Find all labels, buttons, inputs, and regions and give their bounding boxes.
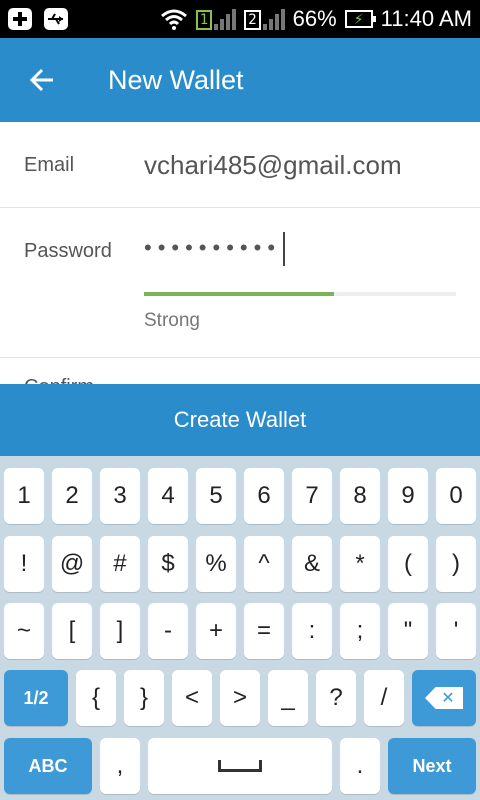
status-bar: 1 2 66% ⚡ 11:40 AM [0, 0, 480, 38]
key-row2-1[interactable]: @ [52, 536, 92, 592]
sim2-label: 2 [244, 10, 261, 30]
sim1-signal-icon: 1 [195, 8, 237, 30]
keyboard: 1 2 3 4 5 6 7 8 9 0! @ # $% ^ & *() ~[] - + =:; " ' 1/2{} < > _? /… [0, 456, 480, 800]
wifi-icon [160, 9, 187, 30]
key-row4-6[interactable]: / [364, 670, 404, 726]
password-row[interactable]: Password •••••••••• Strong [0, 208, 480, 358]
key-row4-3[interactable]: > [220, 670, 260, 726]
password-field[interactable]: •••••••••• [144, 232, 286, 266]
key-row3-2[interactable]: ] [100, 603, 140, 659]
key-row2-6[interactable]: & [292, 536, 332, 592]
key-row4-1[interactable]: } [124, 670, 164, 726]
key-row2-7[interactable]: * [340, 536, 380, 592]
password-label: Password [24, 240, 112, 262]
shift-symbols-key[interactable]: 1/2 [4, 670, 68, 726]
key-row3-9[interactable]: ' [436, 603, 476, 659]
plus-notification-icon [8, 8, 32, 30]
key-row4-5[interactable]: ? [316, 670, 356, 726]
key-row2-9[interactable]: ) [436, 536, 476, 592]
key-row3-4[interactable]: + [196, 603, 236, 659]
sim1-label: 1 [195, 10, 213, 30]
period-key[interactable]: . [340, 738, 380, 794]
email-label: Email [24, 154, 75, 176]
text-caret [283, 232, 286, 266]
arrow-left-icon [29, 68, 53, 92]
space-key[interactable] [148, 738, 332, 794]
key-row1-9[interactable]: 0 [436, 468, 476, 524]
key-row1-8[interactable]: 9 [388, 468, 428, 524]
password-strength-bar [144, 292, 456, 296]
create-wallet-button[interactable]: Create Wallet [0, 384, 480, 456]
key-row4-4[interactable]: _ [268, 670, 308, 726]
space-icon [218, 760, 262, 772]
key-row3-1[interactable]: [ [52, 603, 92, 659]
key-row3-0[interactable]: ~ [4, 603, 44, 659]
battery-charging-icon: ⚡ [344, 10, 376, 28]
key-row1-6[interactable]: 7 [292, 468, 332, 524]
key-row3-8[interactable]: " [388, 603, 428, 659]
key-row2-3[interactable]: $ [148, 536, 188, 592]
key-row3-6[interactable]: : [292, 603, 332, 659]
email-row[interactable]: Email vchari485@gmail.com [0, 122, 480, 208]
key-row2-2[interactable]: # [100, 536, 140, 592]
battery-percent: 66% [292, 6, 337, 31]
key-row3-3[interactable]: - [148, 603, 188, 659]
backspace-key[interactable]: ✕ [412, 670, 476, 726]
clock: 11:40 AM [380, 6, 472, 31]
key-row2-4[interactable]: % [196, 536, 236, 592]
abc-key[interactable]: ABC [4, 738, 92, 794]
next-key[interactable]: Next [388, 738, 476, 794]
key-row1-4[interactable]: 5 [196, 468, 236, 524]
app-bar: New Wallet [0, 38, 480, 122]
password-strength-label: Strong [144, 310, 200, 331]
key-row1-0[interactable]: 1 [4, 468, 44, 524]
key-row3-5[interactable]: = [244, 603, 284, 659]
key-row4-0[interactable]: { [76, 670, 116, 726]
page-title: New Wallet [108, 64, 244, 95]
key-row1-1[interactable]: 2 [52, 468, 92, 524]
sim2-signal-icon: 2 [244, 8, 285, 30]
back-button[interactable] [0, 38, 84, 122]
password-strength-fill [144, 292, 335, 296]
usb-icon [44, 8, 68, 30]
comma-key[interactable]: , [100, 738, 140, 794]
key-row3-7[interactable]: ; [340, 603, 380, 659]
key-row1-3[interactable]: 4 [148, 468, 188, 524]
key-row2-8[interactable]: ( [388, 536, 428, 592]
password-mask: •••••••••• [144, 234, 282, 260]
email-field[interactable]: vchari485@gmail.com [144, 150, 402, 181]
backspace-icon: ✕ [425, 687, 463, 709]
key-row1-5[interactable]: 6 [244, 468, 284, 524]
key-row2-5[interactable]: ^ [244, 536, 284, 592]
key-row2-0[interactable]: ! [4, 536, 44, 592]
key-row1-2[interactable]: 3 [100, 468, 140, 524]
key-row1-7[interactable]: 8 [340, 468, 380, 524]
key-row4-2[interactable]: < [172, 670, 212, 726]
